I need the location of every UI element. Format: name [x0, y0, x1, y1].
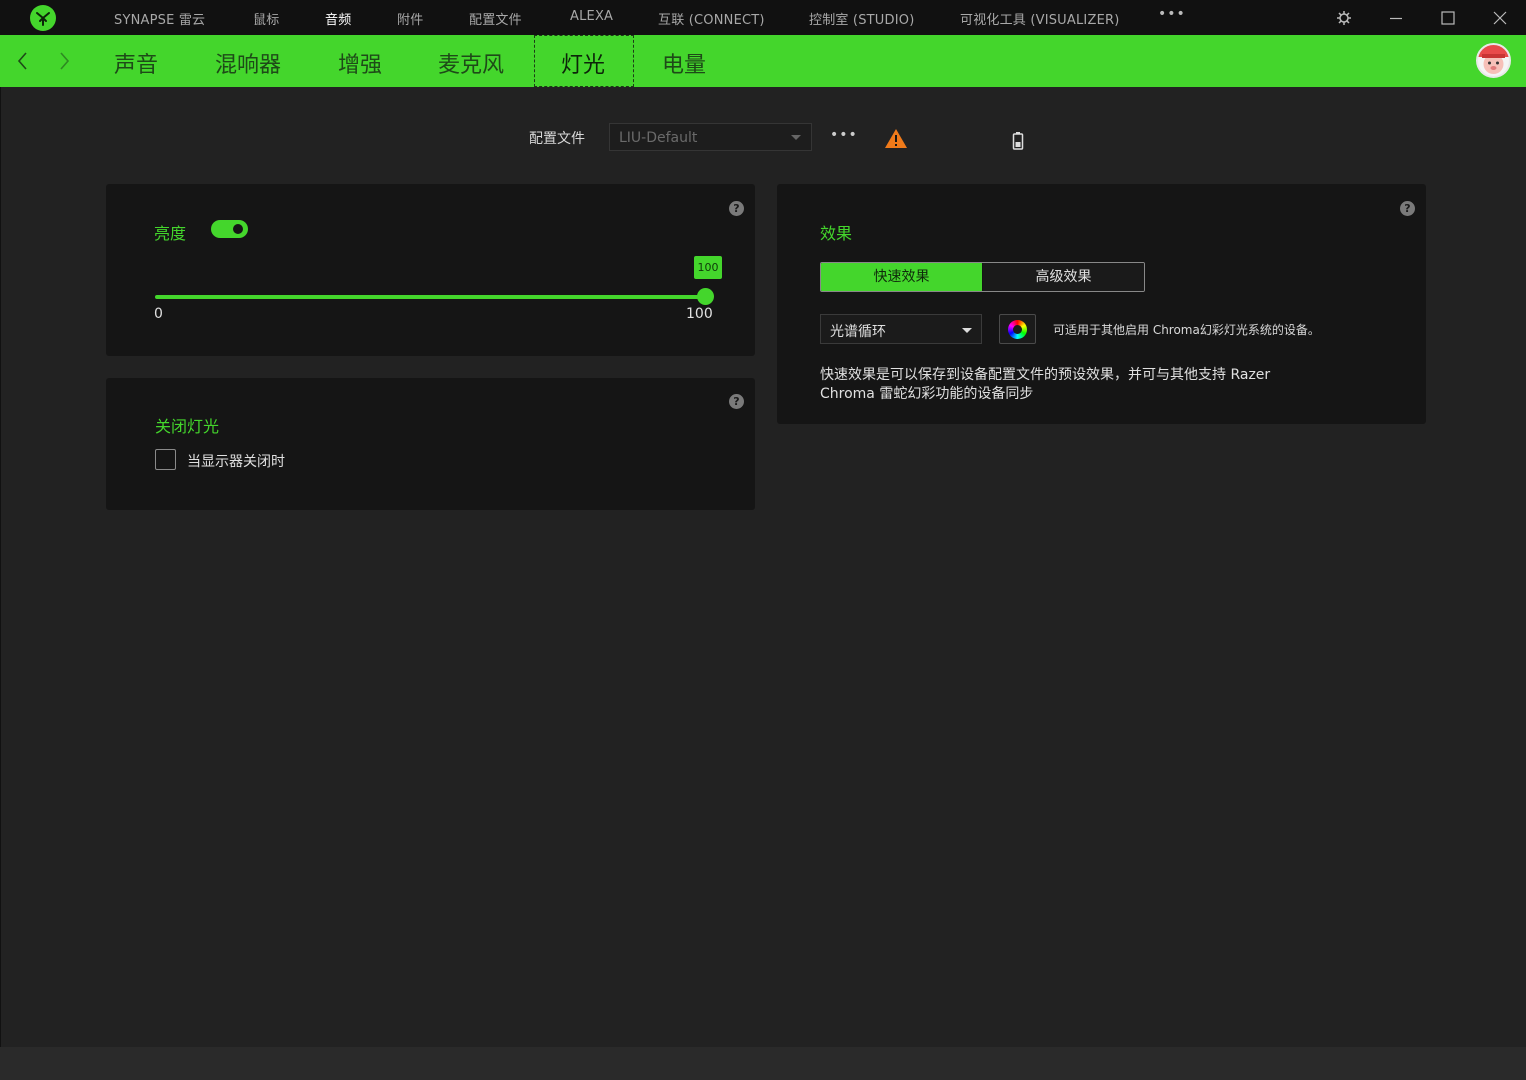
effect-dropdown-value: 光谱循环	[830, 324, 886, 340]
chroma-color-wheel-icon	[1008, 320, 1027, 339]
settings-gear-icon[interactable]	[1334, 8, 1354, 28]
profile-more-button[interactable]: •••	[830, 127, 858, 143]
topnav-item-mouse[interactable]: 鼠标	[253, 9, 279, 28]
effect-dropdown[interactable]: 光谱循环	[820, 314, 982, 344]
chevron-down-icon	[962, 328, 972, 333]
tab-mixer[interactable]: 混响器	[215, 47, 281, 79]
help-icon[interactable]: ?	[729, 201, 744, 216]
warning-icon[interactable]	[884, 128, 908, 150]
display-off-checkbox-label: 当显示器关闭时	[187, 454, 285, 470]
topnav-more-button[interactable]: •••	[1158, 6, 1186, 22]
brightness-title: 亮度	[154, 224, 187, 243]
close-icon[interactable]	[1490, 8, 1510, 28]
razer-logo-icon[interactable]	[30, 5, 56, 31]
chroma-note: 可适用于其他启用 Chroma幻彩灯光系统的设备。	[1053, 323, 1320, 337]
help-icon[interactable]: ?	[1400, 201, 1415, 216]
brightness-slider-thumb[interactable]	[697, 288, 714, 305]
brightness-panel: 亮度 ? 100 0 100	[106, 184, 755, 356]
toggle-knob	[231, 222, 245, 236]
status-bar	[0, 1047, 1526, 1080]
topnav-item-visualizer[interactable]: 可视化工具 (VISUALIZER)	[960, 9, 1120, 28]
title-bar: SYNAPSE 雷云 鼠标 音频 附件 配置文件 ALEXA 互联 (CONNE…	[0, 0, 1526, 35]
tab-lighting[interactable]: 灯光	[561, 47, 605, 79]
tab-microphone[interactable]: 麦克风	[438, 47, 504, 79]
topnav-item-audio[interactable]: 音频	[325, 9, 351, 28]
profile-label: 配置文件	[529, 131, 585, 147]
brightness-slider-track[interactable]	[155, 295, 707, 299]
topnav-item-alexa[interactable]: ALEXA	[570, 9, 613, 24]
topnav-item-accessories[interactable]: 附件	[397, 9, 423, 28]
back-arrow-icon[interactable]	[13, 51, 33, 71]
effects-panel: 效果 ? 快速效果 高级效果 光谱循环 可适用于其他启用 Chroma幻彩灯光系…	[777, 184, 1426, 424]
sub-tab-bar: 声音 混响器 增强 麦克风 灯光 电量	[0, 35, 1526, 87]
topnav-item-profiles[interactable]: 配置文件	[469, 9, 522, 28]
topnav-item-studio[interactable]: 控制室 (STUDIO)	[809, 9, 914, 28]
effects-title: 效果	[820, 224, 853, 243]
tab-power[interactable]: 电量	[662, 47, 706, 79]
topnav-item-connect[interactable]: 互联 (CONNECT)	[658, 9, 765, 28]
display-off-checkbox[interactable]	[155, 449, 176, 470]
lights-off-title: 关闭灯光	[155, 417, 220, 436]
chroma-apply-button[interactable]	[999, 314, 1036, 344]
user-avatar[interactable]	[1476, 43, 1511, 78]
advanced-effects-tab[interactable]: 高级效果	[983, 263, 1144, 291]
slider-min-label: 0	[154, 306, 163, 322]
topnav-item-synapse[interactable]: SYNAPSE 雷云	[114, 9, 205, 28]
maximize-icon[interactable]	[1438, 8, 1458, 28]
window-left-border	[0, 35, 1, 1080]
effects-mode-switch: 快速效果 高级效果	[820, 262, 1145, 292]
forward-arrow-icon[interactable]	[54, 51, 74, 71]
minimize-icon[interactable]	[1386, 8, 1406, 28]
brightness-value-bubble: 100	[694, 256, 722, 279]
profile-dropdown[interactable]: LIU-Default	[609, 123, 812, 151]
battery-icon	[1012, 131, 1024, 151]
lights-off-panel: 关闭灯光 ? 当显示器关闭时	[106, 378, 755, 510]
tab-sound[interactable]: 声音	[114, 47, 158, 79]
profile-dropdown-value: LIU-Default	[619, 130, 698, 146]
brightness-toggle[interactable]	[211, 220, 248, 238]
effects-description: 快速效果是可以保存到设备配置文件的预设效果，并可与其他支持 Razer Chro…	[820, 367, 1271, 402]
tab-enhancement[interactable]: 增强	[338, 47, 382, 79]
quick-effects-tab[interactable]: 快速效果	[821, 263, 982, 291]
help-icon[interactable]: ?	[729, 394, 744, 409]
slider-max-label: 100	[686, 306, 713, 322]
chevron-down-icon	[791, 135, 801, 140]
